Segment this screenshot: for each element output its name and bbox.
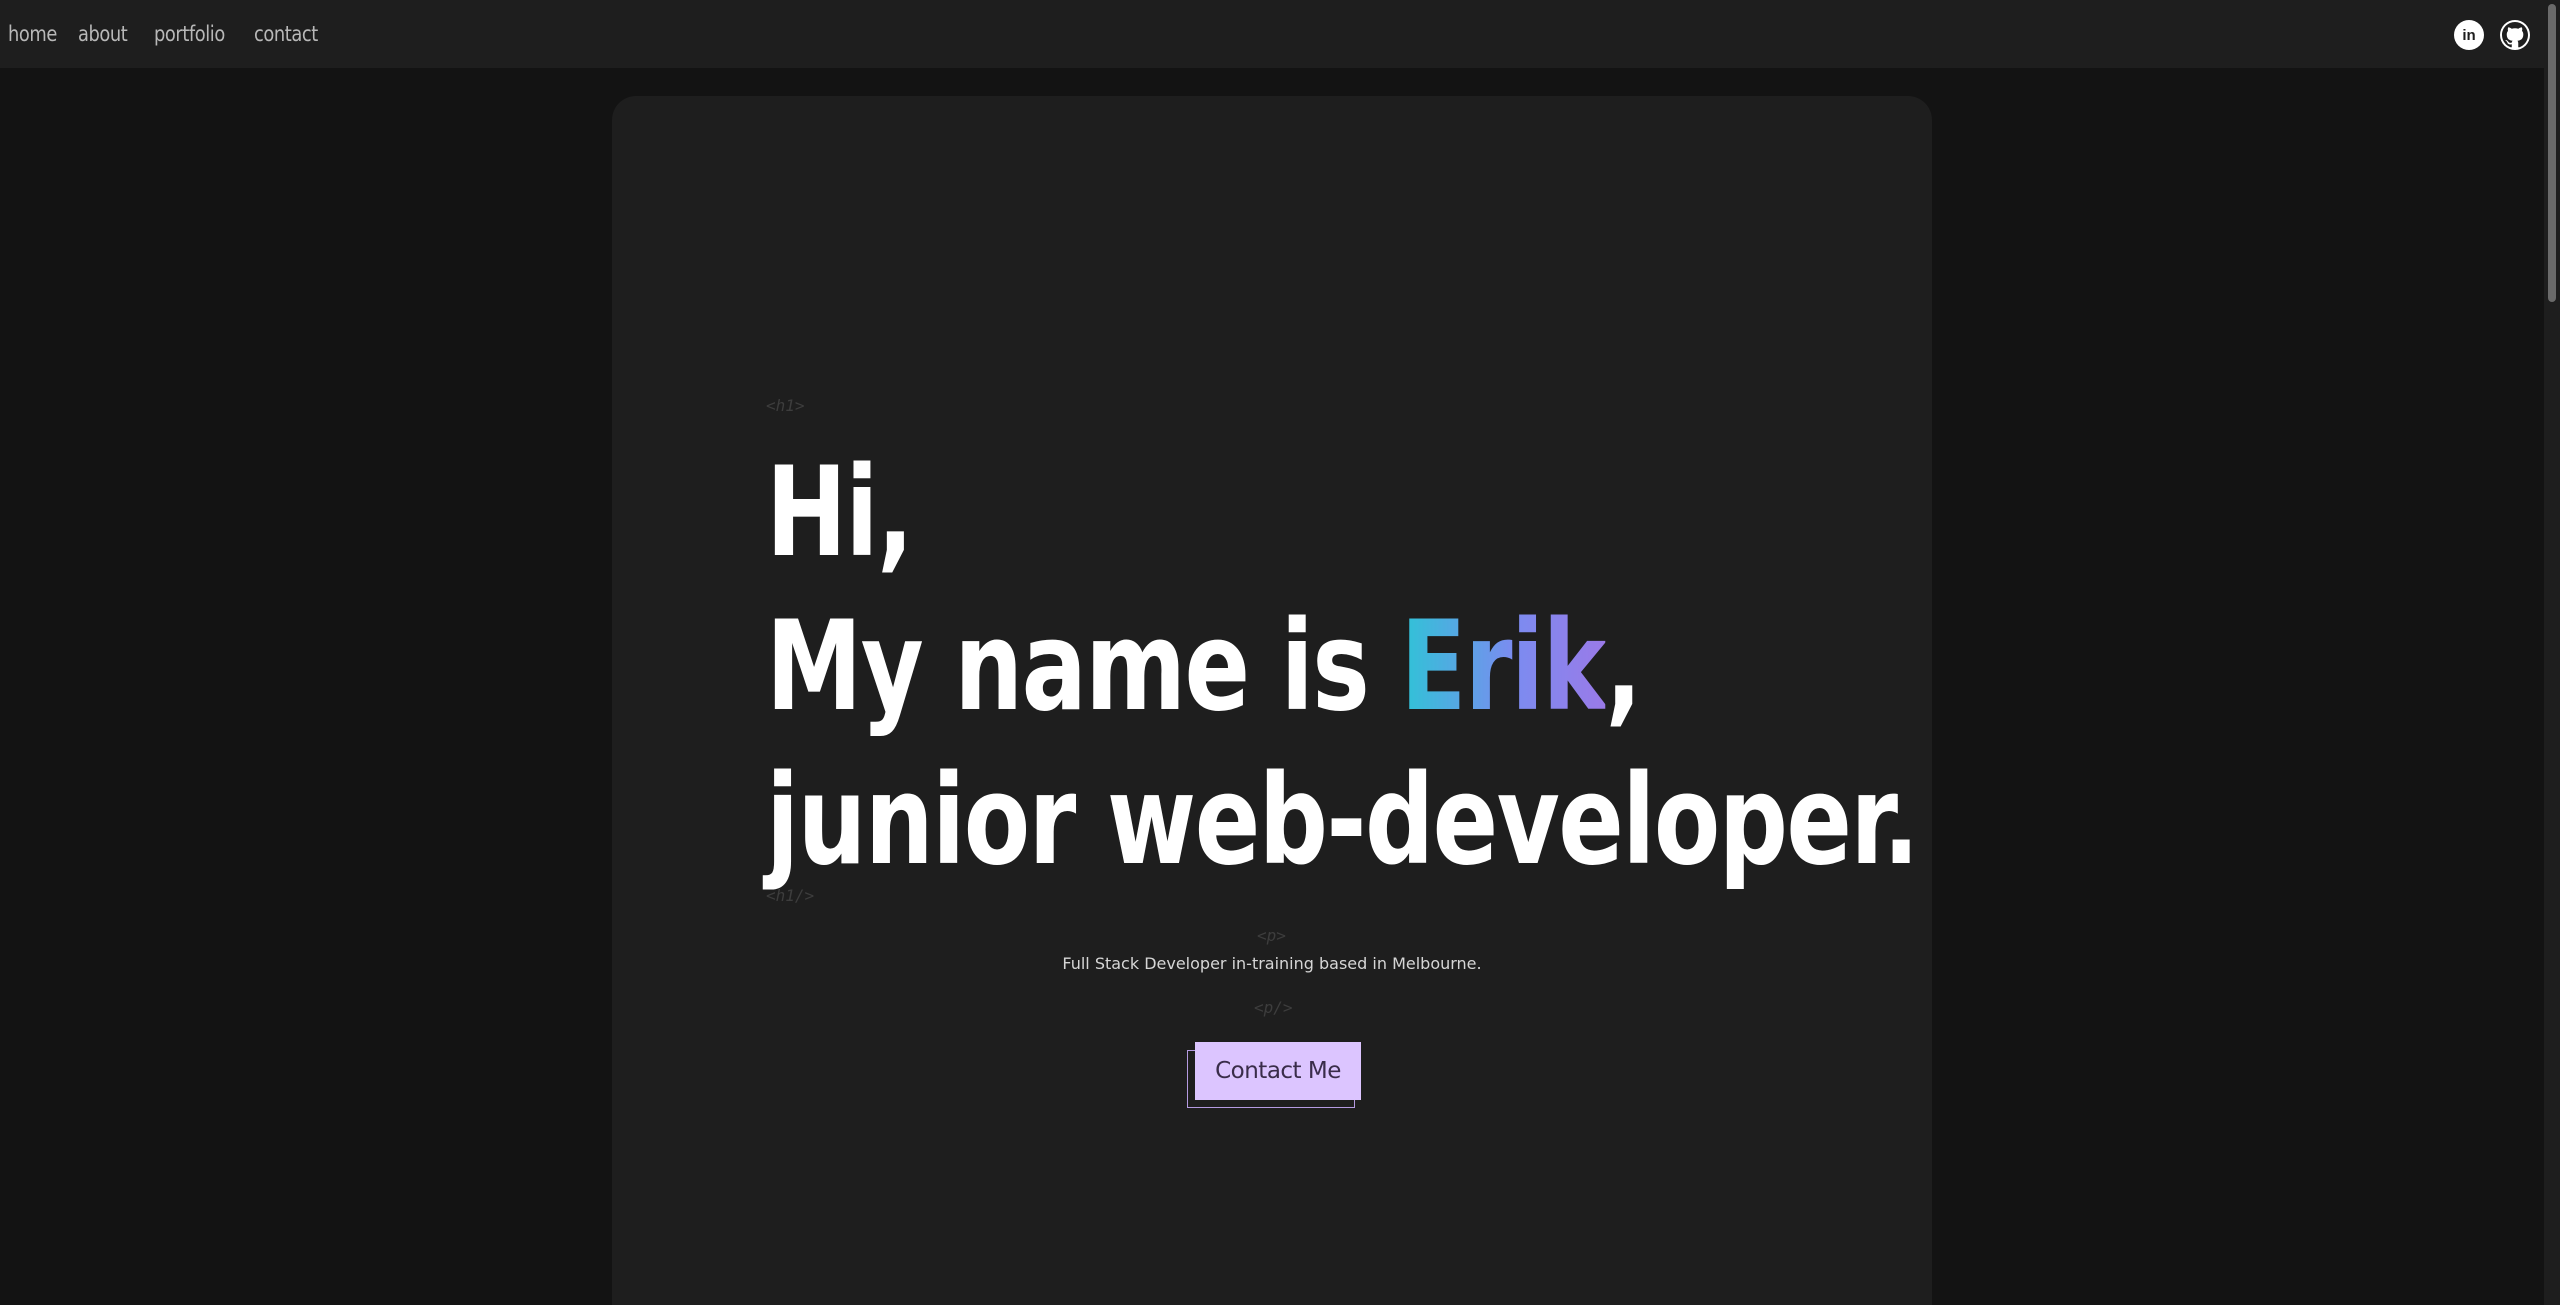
scrollbar-thumb[interactable] [2548, 4, 2556, 302]
nav-link-about[interactable]: about [78, 22, 129, 46]
headline-line-1: Hi, [766, 441, 914, 585]
nav-link-home[interactable]: home [8, 22, 57, 46]
hero-headline: Hi, My name is Erik, junior web-develope… [766, 436, 1926, 898]
linkedin-icon[interactable]: in [2454, 20, 2484, 50]
nav-link-contact[interactable]: contact [254, 22, 318, 46]
p-close-tag: <p/> [1254, 998, 1293, 1017]
headline-line-2: My name is Erik, [766, 590, 1671, 744]
github-glyph [2502, 22, 2528, 48]
hero-card: <h1> Hi, My name is Erik, junior web-dev… [612, 96, 1932, 1305]
contact-button-wrapper: Contact Me [1187, 1042, 1371, 1108]
linkedin-glyph: in [2462, 26, 2476, 44]
nav-links: home about portfolio contact [8, 0, 340, 68]
highlighted-name: Erik [1400, 595, 1607, 739]
nav-link-portfolio[interactable]: portfolio [154, 22, 225, 46]
social-links: in [2454, 20, 2530, 50]
headline-comma: , [1605, 595, 1642, 739]
h1-close-tag: <h1/> [766, 886, 815, 905]
p-open-tag: <p> [1257, 926, 1286, 945]
headline-prefix: My name is [766, 595, 1401, 739]
h1-open-tag: <h1> [766, 396, 805, 415]
github-icon[interactable] [2500, 20, 2530, 50]
hero-subtitle: Full Stack Developer in-training based i… [1062, 954, 1482, 973]
page-scrollbar[interactable] [2544, 0, 2560, 1305]
navbar: home about portfolio contact in [0, 0, 2544, 68]
contact-me-button[interactable]: Contact Me [1195, 1042, 1361, 1100]
headline-line-3: junior web-developer. [766, 749, 1920, 893]
